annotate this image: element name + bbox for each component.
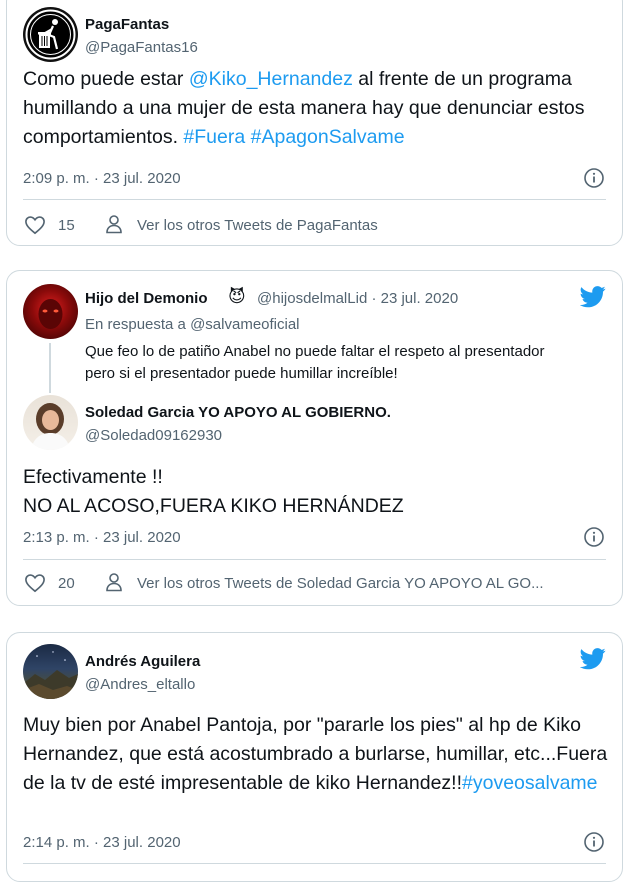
like-count[interactable]: 20 [58,575,75,592]
heart-icon[interactable] [24,573,46,593]
tweet-text: Efectivamente !! NO AL ACOSO,FUERA KIKO … [23,463,613,521]
user-icon [106,215,122,234]
parent-text-line: pero si el presentador puede humillar in… [85,365,398,382]
timestamp[interactable]: 2:09 p. m. · 23 jul. 2020 [23,170,181,187]
reply-prefix: En respuesta a [85,316,191,333]
twitter-bird-icon[interactable] [580,648,606,670]
avatar[interactable] [23,395,78,450]
thread-line [49,343,51,393]
text-line: NO AL ACOSO,FUERA KIKO HERNÁNDEZ [23,495,404,517]
avatar[interactable] [23,284,78,339]
reply-to-handle[interactable]: @salvameoficial [190,316,299,333]
timestamp[interactable]: 2:13 p. m. · 23 jul. 2020 [23,529,181,546]
timestamp[interactable]: 2:14 p. m. · 23 jul. 2020 [23,834,181,851]
info-icon[interactable] [583,831,605,853]
demon-face-icon [38,299,63,329]
night-landscape-icon [23,651,78,699]
parent-text-line: Que feo lo de patiño Anabel no puede fal… [85,343,545,360]
divider [23,199,606,200]
text-line: Efectivamente !! [23,466,163,488]
avatar[interactable] [23,644,78,699]
parent-handle-date[interactable]: @hijosdelmalLid · 23 jul. 2020 [257,290,458,307]
trash-logo-icon [25,9,76,60]
tweet-card-1: PagaFantas @PagaFantas16 Como puede esta… [6,0,623,246]
text-segment: Como puede estar [23,68,189,90]
tweet-text: Muy bien por Anabel Pantoja, por "pararl… [23,711,613,798]
tweet-card-2: Hijo del Demonio 😈 @hijosdelmalLid · 23 … [6,270,623,606]
tweet-card-3: Andrés Aguilera @Andres_eltallo Muy bien… [6,632,623,882]
author-name[interactable]: Soledad Garcia YO APOYO AL GOBIERNO. [85,404,391,421]
devil-emoji: 😈 [228,287,246,306]
user-icon [106,573,122,592]
hashtag-link[interactable]: #yoveosalvame [462,772,598,794]
avatar[interactable] [23,7,78,62]
info-icon[interactable] [583,526,605,548]
heart-icon[interactable] [24,215,46,235]
hashtag-link[interactable]: #Fuera [183,126,245,148]
author-name[interactable]: PagaFantas [85,16,169,33]
author-name[interactable]: Andrés Aguilera [85,653,200,670]
hashtag-link[interactable]: #ApagonSalvame [251,126,405,148]
parent-author-name[interactable]: Hijo del Demonio [85,290,208,307]
view-more-tweets-link[interactable]: Ver los otros Tweets de PagaFantas [137,217,378,234]
view-more-tweets-link[interactable]: Ver los otros Tweets de Soledad Garcia Y… [137,575,544,592]
woman-portrait-icon [31,403,70,450]
divider [23,559,606,560]
tweet-text: Como puede estar @Kiko_Hernandez al fren… [23,65,613,152]
twitter-bird-icon[interactable] [580,286,606,308]
author-handle[interactable]: @Soledad09162930 [85,427,222,444]
info-icon[interactable] [583,167,605,189]
reply-context: En respuesta a @salvameoficial [85,316,300,333]
parent-tweet-text: Que feo lo de patiño Anabel no puede fal… [85,341,615,385]
author-handle[interactable]: @Andres_eltallo [85,676,195,693]
mention-link[interactable]: @Kiko_Hernandez [189,68,353,90]
author-handle[interactable]: @PagaFantas16 [85,39,198,56]
like-count[interactable]: 15 [58,217,75,234]
